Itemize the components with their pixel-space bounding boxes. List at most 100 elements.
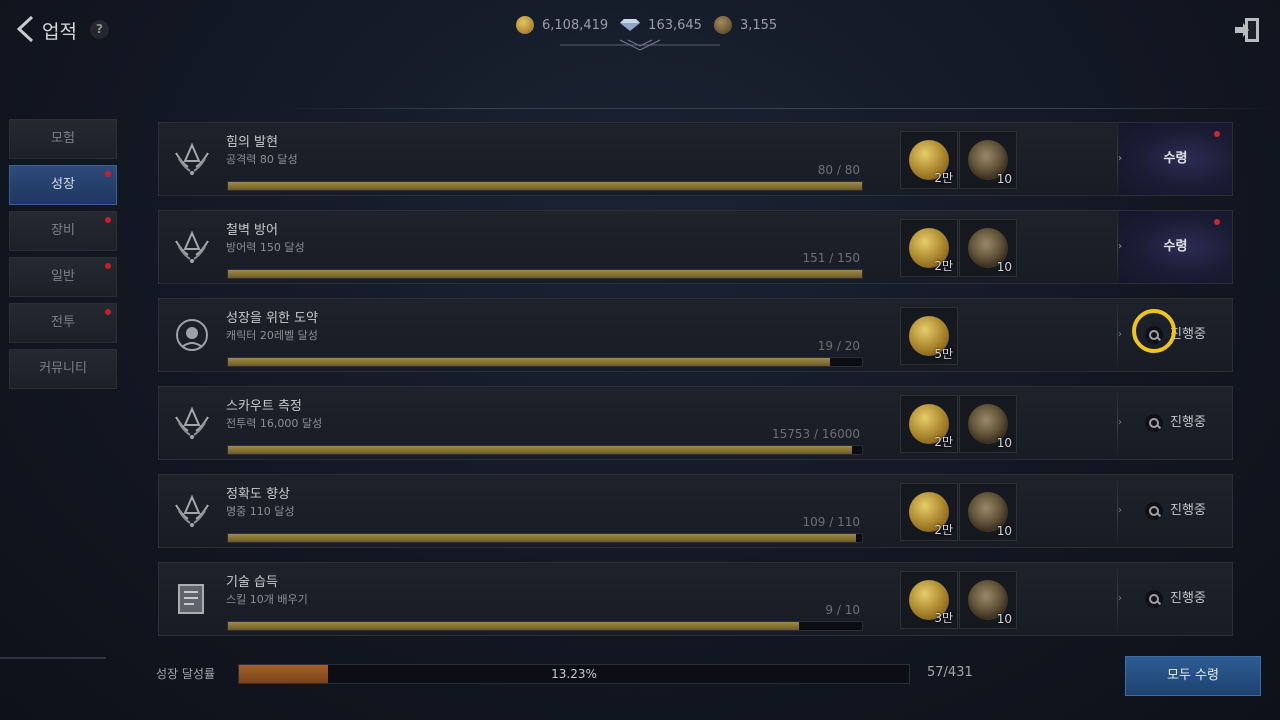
claim-button[interactable]: › 수령 <box>1118 123 1232 195</box>
page-title: 업적 <box>42 21 77 43</box>
reward-slot[interactable]: 10 <box>959 395 1017 453</box>
achievement-name: 성장을 위한 도약 <box>226 311 318 326</box>
achievement-progress-bar <box>227 445 863 455</box>
sidebar-item-label: 전투 <box>51 315 75 330</box>
achievement-desc: 공격력 80 달성 <box>226 153 298 166</box>
back-arrow-icon[interactable] <box>14 14 38 44</box>
growth-progress-percent: 13.23% <box>551 667 597 681</box>
notification-dot <box>105 171 111 177</box>
divider <box>0 657 106 659</box>
currency-gold: 6,108,419 <box>516 16 608 34</box>
arrow-icon: › <box>1118 417 1122 428</box>
achievement-desc: 방어력 150 달성 <box>226 241 305 254</box>
in-progress-button[interactable]: › 진행중 <box>1118 387 1232 459</box>
claim-button[interactable]: › 수령 <box>1118 211 1232 283</box>
claim-label: 수령 <box>1163 239 1188 254</box>
achievement-progress-bar <box>227 269 863 279</box>
sidebar-item-combat[interactable]: 전투 <box>9 303 117 343</box>
sidebar-item-label: 커뮤니티 <box>39 361 87 376</box>
reward-slot[interactable]: 5만 <box>900 307 958 365</box>
achievement-progress-fill <box>228 622 799 630</box>
bronze-coin-icon <box>713 16 732 34</box>
notification-dot <box>105 263 111 269</box>
sidebar-item-adventure[interactable]: 모험 <box>9 119 117 159</box>
in-progress-button[interactable]: › 진행중 <box>1118 563 1232 635</box>
reward-slot[interactable]: 2만 <box>900 131 958 189</box>
sidebar-item-general[interactable]: 일반 <box>9 257 117 297</box>
achievement-row: 스카우트 측정 전투력 16,000 달성 15753 / 16000 2만 10 › 진행… <box>158 386 1233 460</box>
achievement-name: 정확도 향상 <box>226 487 290 502</box>
reward-slot[interactable]: 10 <box>959 483 1017 541</box>
achievement-list: 힘의 발현 공격력 80 달성 80 / 80 2만 10 › 수령 철벽 방어 방어력 150… <box>158 122 1233 650</box>
claim-label: 수령 <box>1163 151 1188 166</box>
skill-book-icon <box>178 584 204 614</box>
achievement-progress-bar <box>227 357 863 367</box>
reward-slot[interactable]: 2만 <box>900 395 958 453</box>
achievement-progress-bar <box>227 533 863 543</box>
reward-amount: 10 <box>996 524 1012 538</box>
achievement-row: 기술 습득 스킬 10개 배우기 9 / 10 3만 10 › 진행중 <box>158 562 1233 636</box>
reward-slot[interactable]: 2만 <box>900 219 958 277</box>
achievement-name: 철벽 방어 <box>226 223 278 238</box>
sidebar-item-growth[interactable]: 성장 <box>9 165 117 205</box>
achievement-desc: 명중 110 달성 <box>226 505 295 518</box>
reward-amount: 5만 <box>934 347 953 361</box>
highlight-ring <box>1132 309 1176 353</box>
arrow-icon: › <box>1118 505 1122 516</box>
achievement-progress-fill <box>228 270 862 278</box>
reward-slot[interactable]: 3만 <box>900 571 958 629</box>
achievement-row: 철벽 방어방어력 150 달성 151 / 150 2만 10 › 수령 <box>158 210 1233 284</box>
achievement-name: 스카우트 측정 <box>226 399 302 414</box>
diamond-icon <box>620 19 641 31</box>
achievement-progress-fill <box>228 446 853 454</box>
in-progress-label: 진행중 <box>1170 591 1206 606</box>
achievement-progress-fill <box>228 358 831 366</box>
reward-slot[interactable]: 10 <box>959 131 1017 189</box>
winged-emblem-icon <box>175 230 209 263</box>
arrow-icon: › <box>1117 153 1123 164</box>
divider <box>276 108 1280 109</box>
reward-amount: 2만 <box>934 171 953 185</box>
notification-dot <box>1214 131 1220 137</box>
search-icon <box>1145 501 1164 520</box>
help-icon[interactable]: ? <box>90 20 109 39</box>
growth-progress-label: 성장 달성률 <box>156 667 216 681</box>
achievement-count: 15753 / 16000 <box>771 427 860 441</box>
achievement-progress-fill <box>228 534 856 542</box>
header: 업적 ? 6,108,419 163,645 3,155 <box>0 0 1280 60</box>
in-progress-button[interactable]: › 진행중 <box>1118 475 1232 547</box>
reward-amount: 10 <box>996 612 1012 626</box>
achievement-row: 힘의 발현 공격력 80 달성 80 / 80 2만 10 › 수령 <box>158 122 1233 196</box>
reward-amount: 10 <box>996 172 1012 186</box>
reward-slot[interactable]: 10 <box>959 219 1017 277</box>
winged-emblem-icon <box>175 494 209 527</box>
reward-amount: 2만 <box>934 435 953 449</box>
currency-gold-value: 6,108,419 <box>542 17 609 33</box>
achievement-count: 109 / 110 <box>802 515 860 529</box>
sidebar-item-community[interactable]: 커뮤니티 <box>9 349 117 389</box>
claim-all-button[interactable]: 모두 수령 <box>1125 656 1261 696</box>
achievement-row: 성장을 위한 도약 캐릭터 20레벨 달성 19 / 20 5만 › 진행중 <box>158 298 1233 372</box>
sidebar-item-label: 성장 <box>51 177 75 192</box>
in-progress-label: 진행중 <box>1170 503 1206 518</box>
sidebar-item-equipment[interactable]: 장비 <box>9 211 117 251</box>
sidebar: 모험 성장 장비 일반 전투 커뮤니티 <box>9 119 117 395</box>
reward-slot[interactable]: 10 <box>959 571 1017 629</box>
notification-dot <box>105 217 111 223</box>
achievement-desc: 스킬 10개 배우기 <box>226 593 308 606</box>
achievement-name: 기술 습득 <box>226 575 278 590</box>
exit-icon[interactable] <box>1233 17 1263 43</box>
reward-amount: 10 <box>996 260 1012 274</box>
achievement-desc: 캐릭터 20레벨 달성 <box>226 329 318 342</box>
search-icon <box>1145 413 1164 432</box>
achievement-progress-bar <box>227 621 863 631</box>
achievement-count: 151 / 150 <box>802 251 860 265</box>
search-icon <box>1145 589 1164 608</box>
achievement-row: 정확도 향상명중 110 달성 109 / 110 2만 10 › 진행중 <box>158 474 1233 548</box>
arrow-icon: › <box>1118 593 1122 604</box>
sidebar-item-label: 장비 <box>51 223 75 238</box>
reward-slot[interactable]: 2만 <box>900 483 958 541</box>
achievement-progress-fill <box>228 182 862 190</box>
achievement-count: 19 / 20 <box>817 339 860 353</box>
notification-dot <box>1214 219 1220 225</box>
